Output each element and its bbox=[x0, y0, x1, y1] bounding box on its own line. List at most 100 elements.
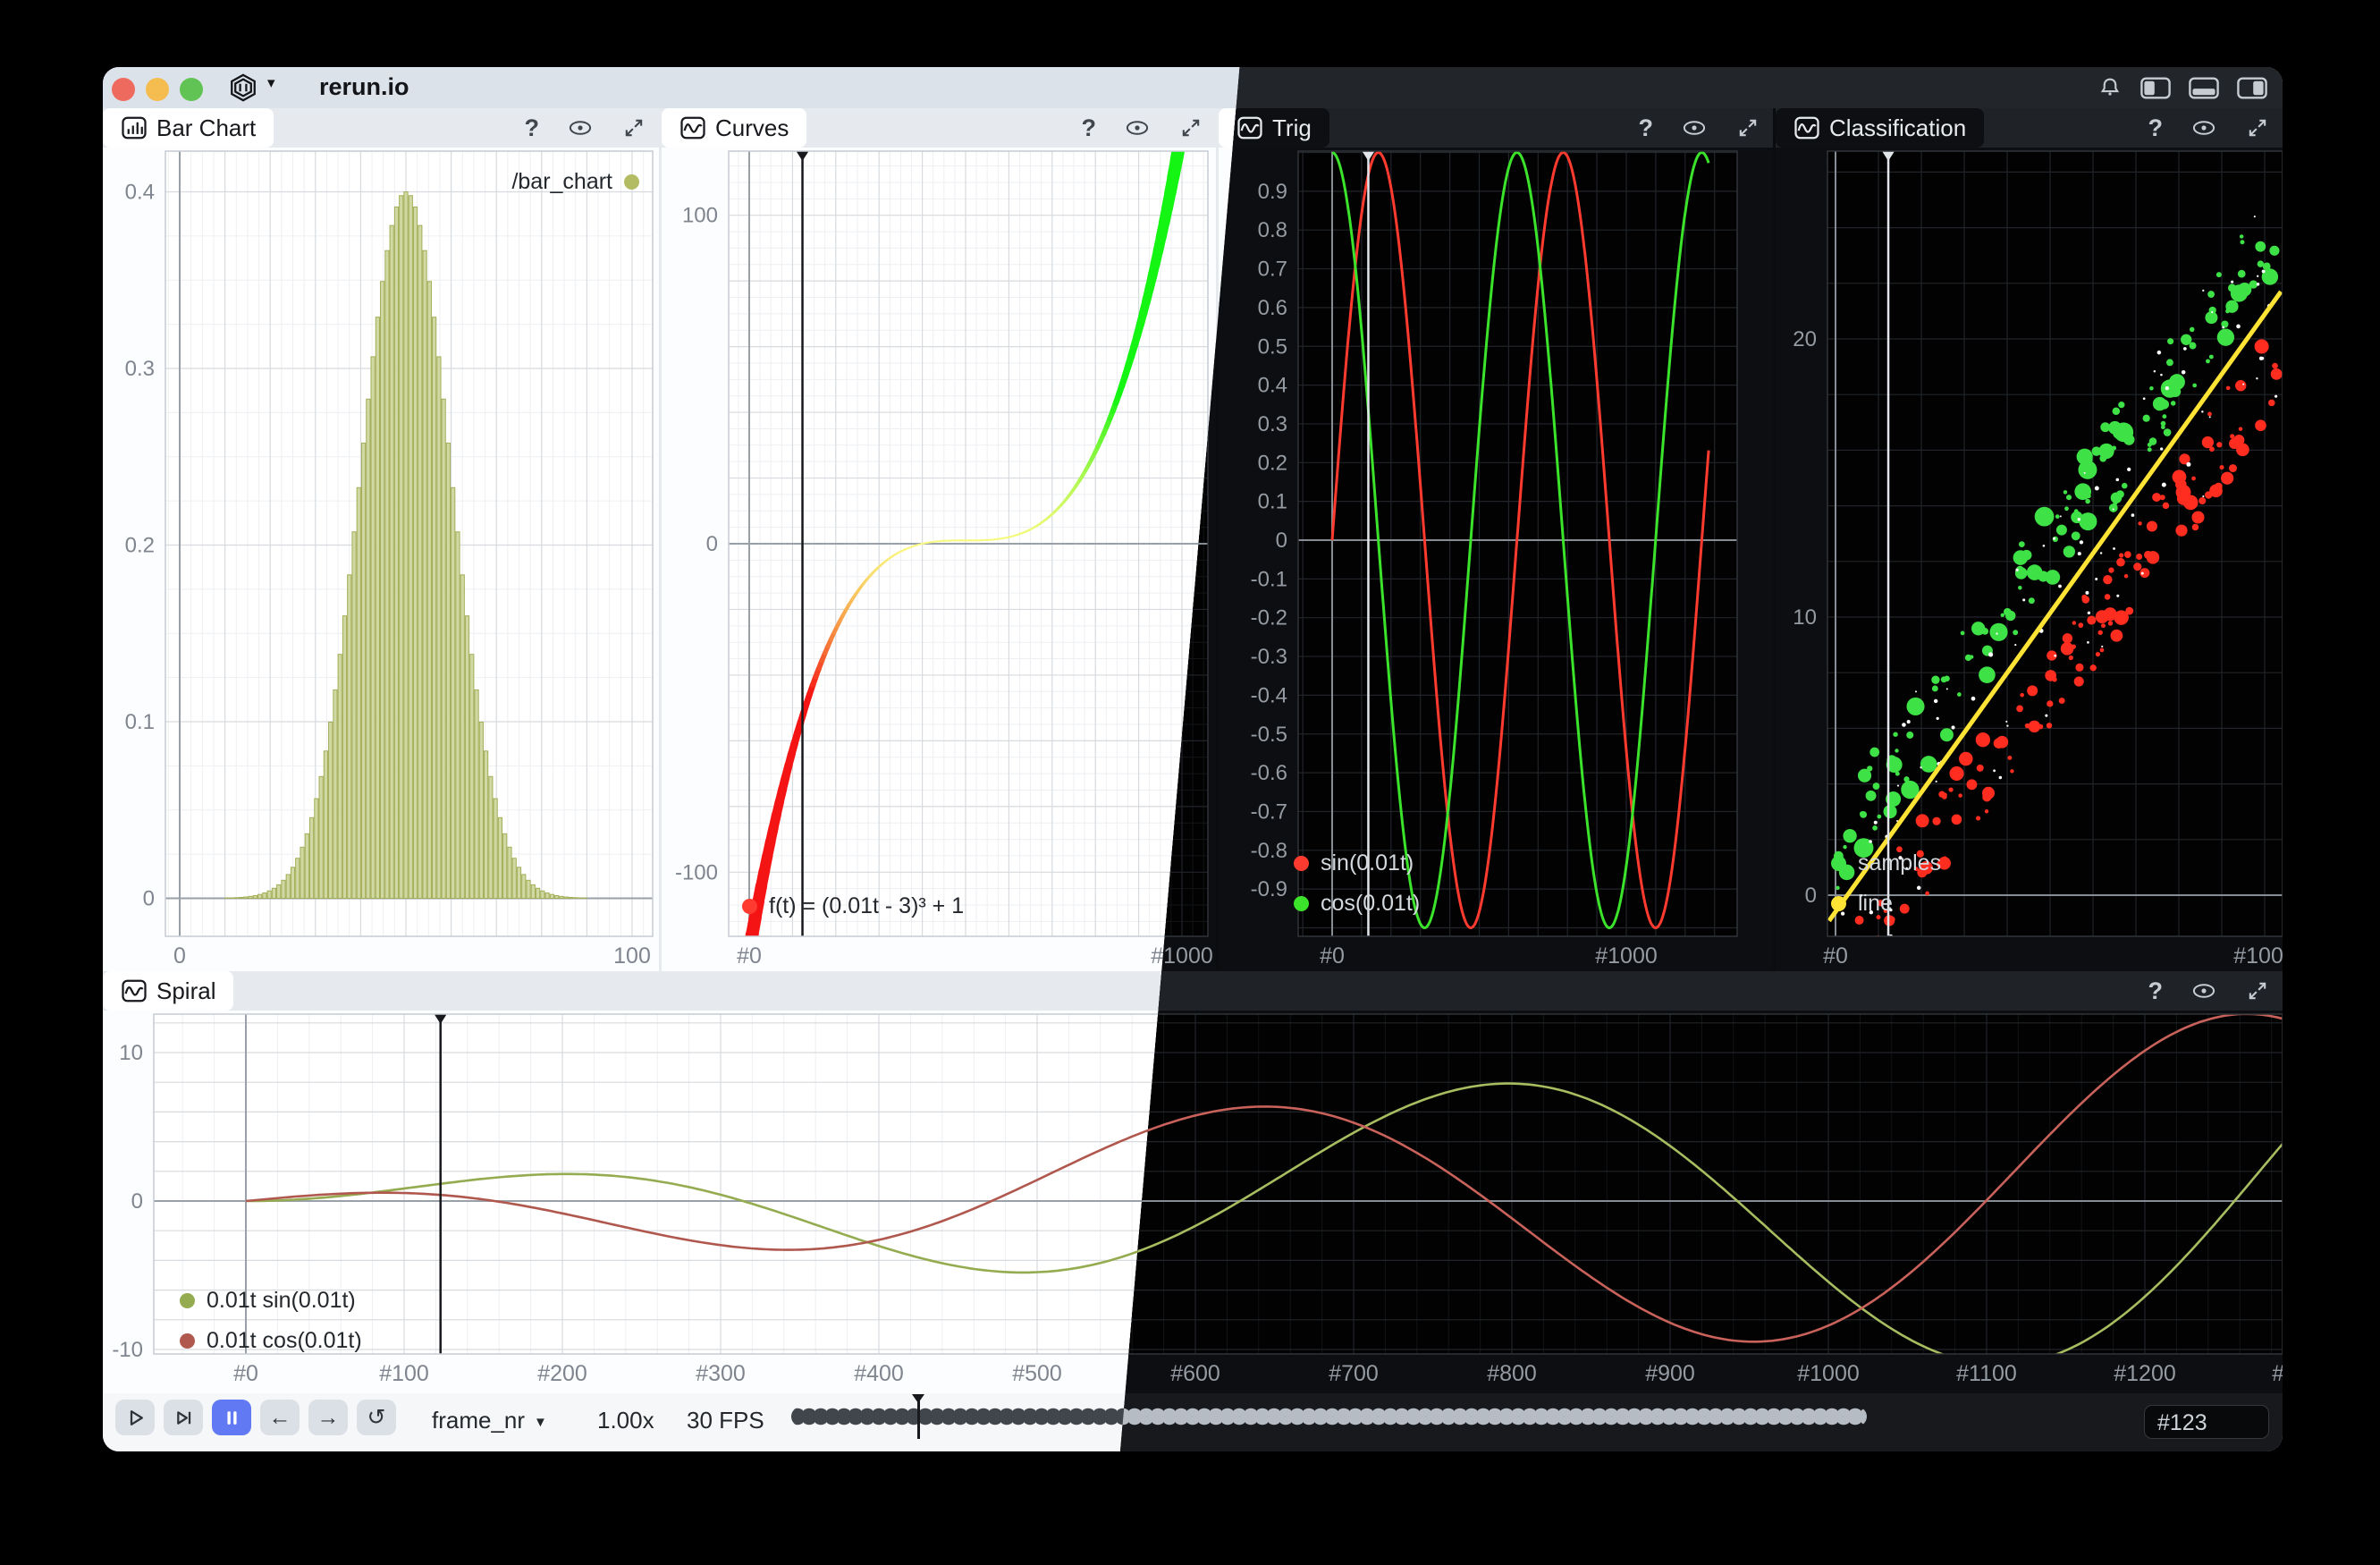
svg-text:0.6: 0.6 bbox=[1258, 296, 1287, 320]
panel-left-toggle-icon[interactable] bbox=[2139, 75, 2172, 101]
timeline-playhead[interactable] bbox=[912, 1394, 924, 1441]
help-icon[interactable]: ? bbox=[1082, 114, 1097, 142]
svg-text:100: 100 bbox=[682, 204, 718, 228]
trig-plot[interactable]: 0.90.80.70.60.50.40.30.20.10-0.1-0.2-0.3… bbox=[1219, 148, 1773, 971]
bar-chart-plot[interactable]: 0.40.30.20.100100 bbox=[103, 148, 659, 971]
svg-text:-0.6: -0.6 bbox=[1251, 761, 1287, 785]
svg-text:#900: #900 bbox=[1645, 1361, 1695, 1386]
expand-icon[interactable] bbox=[2245, 115, 2270, 140]
tab-label: Spiral bbox=[156, 977, 215, 1005]
classification-tabbar: Classification ? bbox=[1776, 108, 2283, 148]
timeline-dropdown[interactable]: frame_nr ▼ bbox=[432, 1407, 547, 1434]
svg-text:0.1: 0.1 bbox=[125, 710, 155, 734]
svg-text:#0: #0 bbox=[737, 943, 762, 969]
help-icon[interactable]: ? bbox=[2148, 114, 2164, 142]
legend-label-sin: 0.01t sin(0.01t) bbox=[207, 1288, 356, 1314]
logo-menu-caret-icon[interactable]: ▾ bbox=[267, 74, 275, 92]
svg-text:#1000: #1000 bbox=[1797, 1361, 1860, 1386]
svg-text:-0.4: -0.4 bbox=[1251, 683, 1287, 707]
legend-dot-samples bbox=[1831, 856, 1846, 871]
svg-text:0.3: 0.3 bbox=[125, 357, 155, 381]
help-icon[interactable]: ? bbox=[525, 114, 540, 142]
classification-plot[interactable]: 20100#0#1000 bbox=[1776, 148, 2283, 971]
svg-text:10: 10 bbox=[119, 1041, 143, 1065]
svg-text:100: 100 bbox=[613, 943, 651, 969]
line-chart-icon bbox=[679, 114, 706, 141]
playback-controls: ← → ↺ bbox=[115, 1400, 396, 1435]
svg-text:0: 0 bbox=[1276, 529, 1287, 553]
loop-button[interactable]: ↺ bbox=[357, 1400, 396, 1435]
step-to-end-button[interactable] bbox=[164, 1400, 203, 1435]
svg-text:0.4: 0.4 bbox=[125, 181, 155, 205]
classification-legend[interactable]: samples line bbox=[1831, 850, 1941, 917]
spiral-legend[interactable]: 0.01t sin(0.01t) 0.01t cos(0.01t) bbox=[180, 1288, 362, 1354]
help-icon[interactable]: ? bbox=[1639, 114, 1654, 142]
eye-icon[interactable] bbox=[2191, 978, 2216, 1003]
eye-icon[interactable] bbox=[568, 115, 593, 140]
panel-bar-chart: Bar Chart ? 0.4 bbox=[103, 108, 659, 971]
expand-icon[interactable] bbox=[621, 115, 646, 140]
svg-text:-0.7: -0.7 bbox=[1251, 799, 1287, 824]
svg-text:-10: -10 bbox=[112, 1338, 143, 1362]
traffic-zoom-button[interactable] bbox=[180, 78, 203, 101]
tab-curves[interactable]: Curves bbox=[662, 108, 806, 148]
playback-fps[interactable]: 30 FPS bbox=[687, 1407, 764, 1434]
svg-text:#1200: #1200 bbox=[2114, 1361, 2176, 1386]
playback-speed[interactable]: 1.00x bbox=[597, 1407, 654, 1434]
tab-label: Curves bbox=[715, 114, 789, 142]
svg-text:0.8: 0.8 bbox=[1258, 218, 1287, 242]
step-forward-button[interactable]: → bbox=[308, 1400, 348, 1435]
svg-text:0.4: 0.4 bbox=[1258, 374, 1287, 398]
trig-legend[interactable]: sin(0.01t) cos(0.01t) bbox=[1294, 850, 1420, 917]
expand-icon[interactable] bbox=[1178, 115, 1203, 140]
panel-classification: Classification ? bbox=[1776, 108, 2283, 971]
tab-spiral[interactable]: Spiral bbox=[103, 971, 233, 1011]
play-button[interactable] bbox=[115, 1400, 155, 1435]
svg-text:#600: #600 bbox=[1170, 1361, 1220, 1386]
svg-text:10: 10 bbox=[1793, 605, 1817, 630]
line-chart-icon bbox=[1793, 114, 1820, 141]
help-icon[interactable]: ? bbox=[2148, 977, 2164, 1005]
expand-icon[interactable] bbox=[2245, 978, 2270, 1003]
window-title: rerun.io bbox=[319, 73, 409, 101]
step-back-button[interactable]: ← bbox=[260, 1400, 300, 1435]
current-frame-input[interactable]: #123 bbox=[2144, 1405, 2269, 1439]
svg-text:0.2: 0.2 bbox=[125, 534, 155, 558]
svg-text:0: 0 bbox=[706, 532, 718, 556]
tab-label: Bar Chart bbox=[156, 114, 256, 142]
tab-classification[interactable]: Classification bbox=[1776, 108, 1984, 148]
panel-curves: Curves ? 1000-1 bbox=[662, 108, 1216, 971]
svg-text:-0.9: -0.9 bbox=[1251, 877, 1287, 901]
eye-icon[interactable] bbox=[1125, 115, 1150, 140]
svg-text:0.7: 0.7 bbox=[1258, 258, 1287, 282]
eye-icon[interactable] bbox=[1682, 115, 1707, 140]
curves-plot[interactable]: 1000-100#0#1000 bbox=[662, 148, 1216, 971]
panel-trig: Trig ? 0.90.80. bbox=[1219, 108, 1773, 971]
bar-chart-legend[interactable]: /bar_chart bbox=[511, 169, 639, 195]
tab-label: Classification bbox=[1829, 114, 1966, 142]
pause-button[interactable] bbox=[212, 1400, 251, 1435]
legend-label: /bar_chart bbox=[511, 169, 612, 195]
svg-text:#300: #300 bbox=[696, 1361, 746, 1386]
curves-legend[interactable]: f(t) = (0.01t - 3)³ + 1 bbox=[742, 893, 964, 919]
rerun-logo-icon[interactable] bbox=[228, 72, 258, 103]
titlebar-right-icons bbox=[2097, 67, 2268, 108]
traffic-minimize-button[interactable] bbox=[146, 78, 169, 101]
panel-bottom-toggle-icon[interactable] bbox=[2188, 75, 2220, 101]
panel-right-toggle-icon[interactable] bbox=[2236, 75, 2268, 101]
svg-text:#1000: #1000 bbox=[1595, 943, 1658, 969]
traffic-close-button[interactable] bbox=[112, 78, 135, 101]
legend-label-line: line bbox=[1858, 891, 1893, 917]
eye-icon[interactable] bbox=[2191, 115, 2216, 140]
bell-icon[interactable] bbox=[2097, 74, 2123, 101]
tab-label: Trig bbox=[1272, 114, 1312, 142]
svg-text:-0.8: -0.8 bbox=[1251, 839, 1287, 863]
bar-chart-icon bbox=[121, 114, 148, 141]
screenshot-stage: ▾ rerun.io bbox=[0, 0, 2380, 1565]
timeline-name: frame_nr bbox=[432, 1407, 525, 1434]
expand-icon[interactable] bbox=[1735, 115, 1760, 140]
trig-tabbar: Trig ? bbox=[1219, 108, 1773, 148]
svg-text:#1000: #1000 bbox=[2233, 943, 2283, 969]
tab-bar-chart[interactable]: Bar Chart bbox=[103, 108, 274, 148]
line-chart-icon bbox=[121, 977, 148, 1004]
